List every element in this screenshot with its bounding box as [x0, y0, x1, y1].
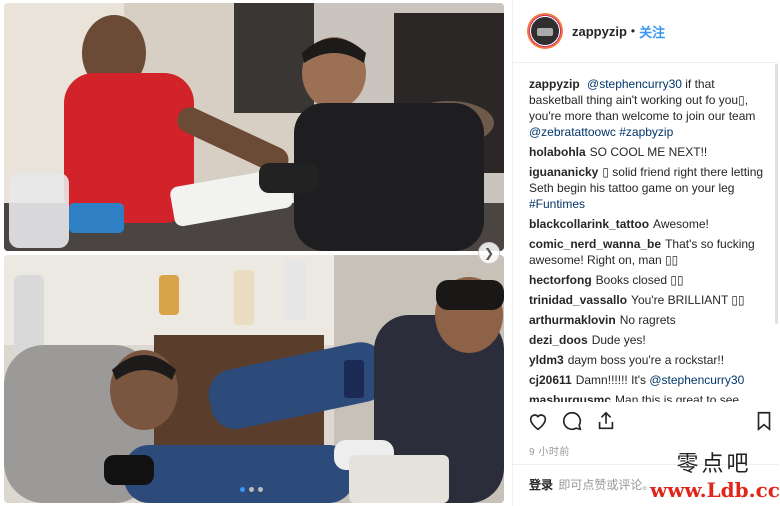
comment-item: masburgusmc Man this is great to see,: [529, 392, 769, 402]
carousel-dot: [249, 487, 254, 492]
comment-username[interactable]: dezi_doos: [529, 333, 588, 347]
comment-username[interactable]: trinidad_vassallo: [529, 293, 627, 307]
comment-text: Books closed ▯▯: [595, 273, 684, 287]
comment-text: Damn!!!!!! It's: [575, 373, 650, 387]
bookmark-icon[interactable]: [753, 410, 775, 432]
comment-text: Dude yes!: [591, 333, 646, 347]
caption-username[interactable]: zappyzip: [529, 77, 580, 91]
watermark-top: 零点吧: [676, 452, 752, 477]
post-side-panel: zappyzip • 关注 zappyzip @stephencurry30 i…: [512, 0, 779, 506]
comment-text: Awesome!: [653, 217, 709, 231]
avatar[interactable]: [527, 13, 563, 49]
mention-link[interactable]: @stephencurry30: [587, 77, 682, 91]
post-header: zappyzip • 关注: [513, 0, 779, 63]
comment-item: blackcollarink_tattoo Awesome!: [529, 216, 769, 232]
post-timestamp: 9 小时前: [529, 447, 570, 458]
comment-username[interactable]: yldm3: [529, 353, 564, 367]
instagram-post-view: ❯ zappyzip • 关注 zappyzip @stephencurry30…: [0, 0, 780, 506]
comment-text: You're BRILLIANT ▯▯: [631, 293, 745, 307]
post-photo-top: [4, 3, 504, 251]
carousel-dot: [240, 487, 245, 492]
carousel-indicator: [240, 487, 263, 492]
post-actions: [527, 408, 775, 434]
comment-item: iguananicky ▯ solid friend right there le…: [529, 164, 769, 212]
post-photo-bottom: [4, 255, 504, 503]
comment-username[interactable]: blackcollarink_tattoo: [529, 217, 649, 231]
comment-username[interactable]: cj20611: [529, 373, 572, 387]
login-suffix: 即可点赞或评论。: [558, 478, 655, 492]
mention-link[interactable]: #Funtimes: [529, 197, 585, 211]
carousel-dot: [258, 487, 263, 492]
comment-text: Man this is great to see,: [615, 393, 743, 402]
mention-link[interactable]: @zebratattoowc: [529, 125, 616, 139]
comment-username[interactable]: comic_nerd_wanna_be: [529, 237, 661, 251]
comment-item: arthurmaklovin No ragrets: [529, 312, 769, 328]
comment-username[interactable]: hectorfong: [529, 273, 592, 287]
comment-text: No ragrets: [619, 313, 676, 327]
watermark-logo: 零点吧 www.Ldb.cc: [650, 452, 780, 504]
comment-username[interactable]: masburgusmc: [529, 393, 611, 402]
watermark-bottom: www.Ldb.cc: [650, 478, 780, 502]
comment-icon[interactable]: [561, 410, 583, 432]
comment-item: dezi_doos Dude yes!: [529, 332, 769, 348]
comment-text: SO COOL ME NEXT!!: [589, 145, 708, 159]
comment-item: comic_nerd_wanna_be That's so fucking awe…: [529, 236, 769, 268]
heart-icon[interactable]: [527, 410, 549, 432]
caption: zappyzip @stephencurry30 if that basketb…: [529, 76, 769, 140]
comments-scrollbar[interactable]: [775, 64, 778, 324]
comments-list: zappyzip @stephencurry30 if that basketb…: [529, 76, 769, 402]
chevron-right-icon[interactable]: ❯: [478, 242, 500, 264]
mention-link[interactable]: @stephencurry30: [649, 373, 744, 387]
comment-username[interactable]: arthurmaklovin: [529, 313, 616, 327]
comment-text: daym boss you're a rockstar!!: [567, 353, 725, 367]
comment-item: hectorfong Books closed ▯▯: [529, 272, 769, 288]
comment-item: trinidad_vassallo You're BRILLIANT ▯▯: [529, 292, 769, 308]
comment-username[interactable]: iguananicky: [529, 165, 598, 179]
mention-link[interactable]: #zapbyzip: [619, 125, 673, 139]
photo-carousel[interactable]: ❯: [0, 0, 508, 506]
share-icon[interactable]: [595, 410, 617, 432]
login-link[interactable]: 登录: [529, 478, 553, 492]
comment-item: cj20611 Damn!!!!!! It's @stephencurry30: [529, 372, 769, 388]
login-prompt: 登录 即可点赞或评论。: [529, 476, 654, 493]
comment-username[interactable]: holabohla: [529, 145, 586, 159]
comment-item: holabohla SO COOL ME NEXT!!: [529, 144, 769, 160]
comment-item: yldm3 daym boss you're a rockstar!!: [529, 352, 769, 368]
header-separator: •: [630, 24, 636, 38]
header-username[interactable]: zappyzip: [572, 24, 627, 39]
follow-button[interactable]: 关注: [639, 22, 665, 41]
